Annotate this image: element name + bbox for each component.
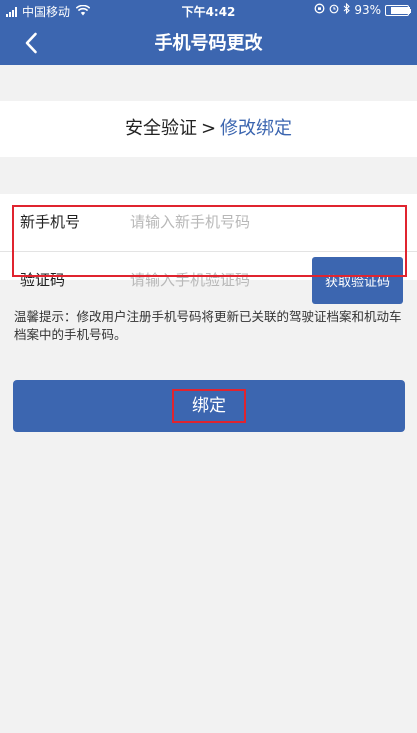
step-next: 修改绑定: [220, 118, 293, 139]
battery-fill: [391, 6, 410, 14]
status-right: 93%: [310, 2, 411, 17]
bind-button[interactable]: 绑定: [13, 380, 405, 432]
rotation-lock-icon: [314, 3, 325, 17]
phone-input[interactable]: [130, 212, 310, 231]
code-label: 验证码: [20, 271, 66, 289]
chevron-left-icon: [25, 32, 37, 54]
phone-label: 新手机号: [20, 213, 81, 231]
get-code-button[interactable]: 获取验证码: [312, 257, 403, 304]
tip-text: 温馨提示：修改用户注册手机号码将更新已关联的驾驶证档案和机动车档案中的手机号码。: [14, 309, 402, 342]
code-input[interactable]: [130, 270, 310, 289]
app-header: 中国移动 下午4:42 93% 手机号码更改: [0, 0, 417, 65]
bluetooth-icon: [343, 2, 351, 17]
step-separator: >: [200, 118, 217, 139]
status-bar: 中国移动 下午4:42 93%: [0, 0, 417, 22]
battery-icon: [385, 4, 411, 16]
form-divider: [0, 251, 417, 252]
code-row: 验证码 获取验证码: [14, 257, 405, 304]
alarm-icon: [329, 3, 339, 17]
battery-percent: 93%: [354, 3, 381, 17]
step-current: 安全验证: [124, 118, 197, 139]
step-indicator: 安全验证 > 修改绑定: [0, 101, 417, 157]
back-button[interactable]: [14, 26, 48, 60]
page-title: 手机号码更改: [154, 33, 263, 54]
nav-bar: 手机号码更改: [0, 22, 417, 65]
phone-row: 新手机号: [14, 200, 405, 243]
bind-button-label: 绑定: [172, 389, 246, 423]
